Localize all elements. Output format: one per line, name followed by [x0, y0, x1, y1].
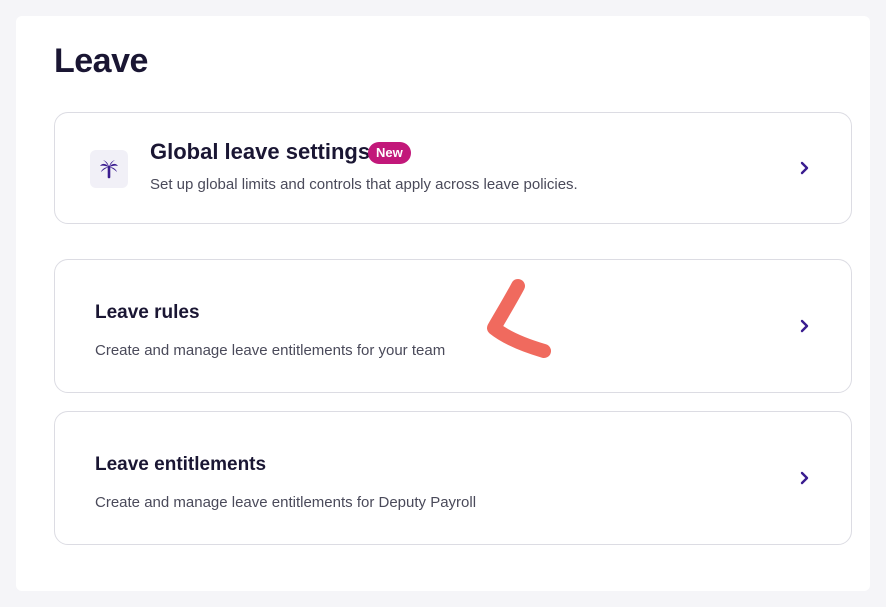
- global-leave-settings-card[interactable]: Global leave settings New Set up global …: [54, 112, 852, 224]
- page-title: Leave: [54, 42, 148, 80]
- leave-entitlements-card[interactable]: Leave entitlements Create and manage lea…: [54, 411, 852, 545]
- chevron-right-icon: [800, 471, 809, 485]
- palm-tree-icon: [90, 150, 128, 188]
- new-badge: New: [368, 142, 411, 164]
- chevron-right-icon: [800, 161, 809, 175]
- card-title: Leave rules: [95, 302, 200, 323]
- card-description: Create and manage leave entitlements for…: [95, 494, 477, 511]
- card-title: Global leave settings: [150, 139, 371, 164]
- chevron-right-icon: [800, 319, 809, 333]
- card-description: Set up global limits and controls that a…: [150, 176, 578, 193]
- card-title: Leave entitlements: [95, 454, 267, 475]
- leave-panel: Leave Global leave settings New Set up g…: [16, 16, 870, 591]
- annotation-arrow-mark: [487, 279, 551, 358]
- card-description: Create and manage leave entitlements for…: [95, 342, 446, 359]
- leave-rules-card[interactable]: Leave rules Create and manage leave enti…: [54, 259, 852, 393]
